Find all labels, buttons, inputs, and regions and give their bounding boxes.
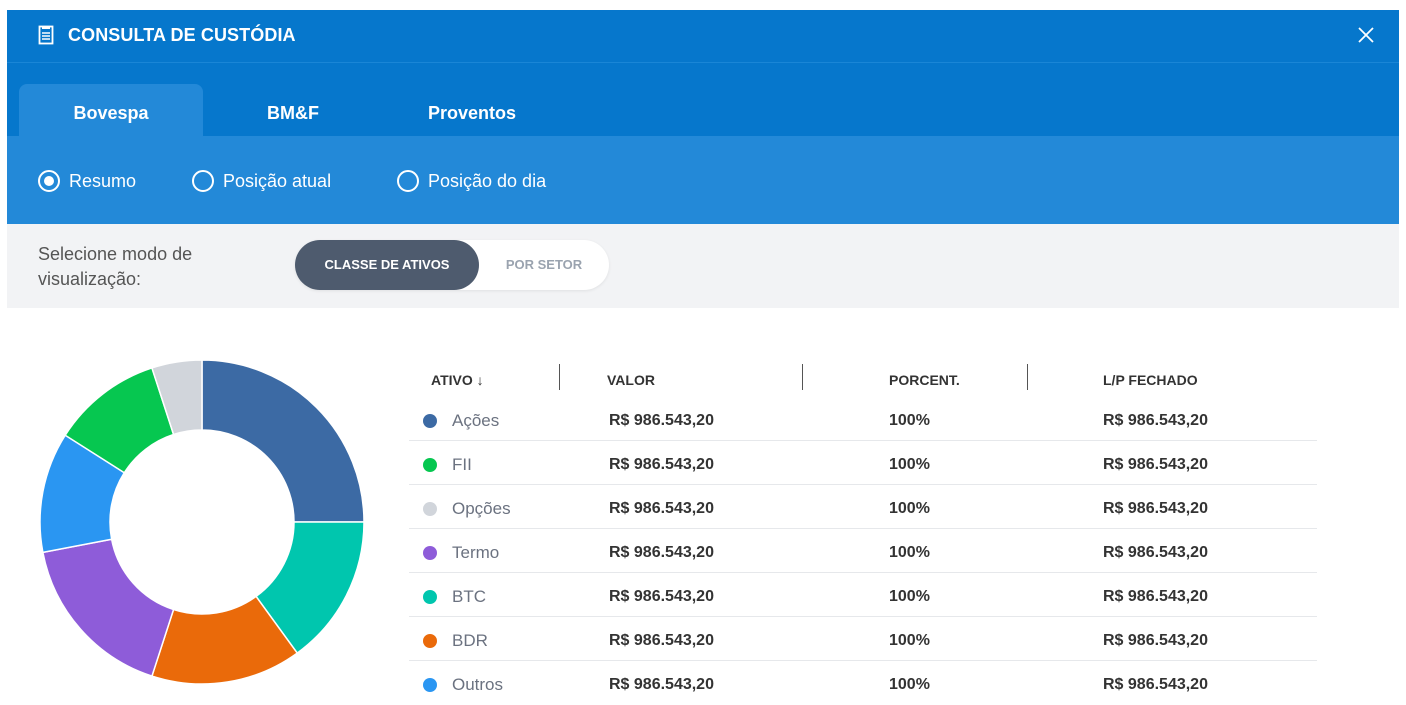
- legend-dot-icon: [423, 678, 437, 692]
- legend-dot-icon: [423, 634, 437, 648]
- window-title: CONSULTA DE CUSTÓDIA: [68, 25, 296, 45]
- col-header-valor: VALOR: [607, 372, 655, 388]
- cell-ativo: Termo: [452, 543, 500, 562]
- col-header-ativo[interactable]: ATIVO ↓: [431, 372, 484, 388]
- table-row[interactable]: Ações R$ 986.543,20 100% R$ 986.543,20: [409, 397, 1317, 441]
- toggle-classe-de-ativos[interactable]: CLASSE DE ATIVOS: [295, 240, 479, 290]
- cell-valor: R$ 986.543,20: [609, 500, 714, 517]
- view-mode-label-line1: Selecione modo de: [38, 244, 193, 264]
- donut-slice-acoes[interactable]: [201, 359, 365, 523]
- cell-lp-fechado: R$ 986.543,20: [1103, 632, 1208, 649]
- cell-lp-fechado: R$ 986.543,20: [1103, 500, 1208, 517]
- cell-valor: R$ 986.543,20: [609, 456, 714, 473]
- table-row[interactable]: BTC R$ 986.543,20 100% R$ 986.543,20: [409, 573, 1317, 617]
- title-bar: CONSULTA DE CUSTÓDIA: [7, 10, 1399, 63]
- tab-bar: Bovespa BM&F Proventos: [7, 63, 1399, 136]
- view-mode-label: Selecione modo de visualização:: [38, 242, 258, 292]
- cell-ativo: Ações: [452, 411, 500, 430]
- radio-unchecked-icon: [192, 170, 214, 192]
- col-header-lp-fechado: L/P FECHADO: [1103, 372, 1198, 388]
- radio-posicao-do-dia[interactable]: Posição do dia: [397, 169, 546, 193]
- cell-lp-fechado: R$ 986.543,20: [1103, 588, 1208, 605]
- radio-resumo[interactable]: Resumo: [38, 169, 136, 193]
- cell-porcent: 100%: [889, 588, 930, 605]
- radio-checked-icon: [38, 170, 60, 192]
- table-row[interactable]: Outros R$ 986.543,20 100% R$ 986.543,20: [409, 661, 1317, 705]
- radio-unchecked-icon: [397, 170, 419, 192]
- radio-label: Posição atual: [223, 170, 332, 191]
- cell-lp-fechado: R$ 986.543,20: [1103, 456, 1208, 473]
- tab-bmf[interactable]: BM&F: [203, 84, 383, 136]
- table-row[interactable]: Termo R$ 986.543,20 100% R$ 986.543,20: [409, 529, 1317, 573]
- radio-posicao-atual[interactable]: Posição atual: [192, 169, 331, 193]
- column-divider: [802, 364, 803, 390]
- document-icon: [38, 25, 54, 45]
- view-mode-bar: Selecione modo de visualização: CLASSE D…: [7, 224, 1399, 308]
- table-row[interactable]: BDR R$ 986.543,20 100% R$ 986.543,20: [409, 617, 1317, 661]
- legend-dot-icon: [423, 414, 437, 428]
- cell-ativo: FII: [452, 455, 472, 474]
- legend-dot-icon: [423, 502, 437, 516]
- cell-lp-fechado: R$ 986.543,20: [1103, 676, 1208, 693]
- cell-porcent: 100%: [889, 456, 930, 473]
- column-divider: [1027, 364, 1028, 390]
- close-icon[interactable]: [1355, 24, 1377, 46]
- legend-dot-icon: [423, 590, 437, 604]
- legend-dot-icon: [423, 546, 437, 560]
- cell-valor: R$ 986.543,20: [609, 676, 714, 693]
- cell-porcent: 100%: [889, 412, 930, 429]
- col-header-porcent: PORCENT.: [889, 372, 960, 388]
- view-mode-label-line2: visualização:: [38, 269, 142, 289]
- radio-label: Resumo: [69, 170, 137, 191]
- cell-ativo: Opções: [452, 499, 511, 518]
- cell-ativo: Outros: [452, 675, 504, 694]
- cell-ativo: BTC: [452, 587, 486, 606]
- cell-porcent: 100%: [889, 544, 930, 561]
- table-row[interactable]: FII R$ 986.543,20 100% R$ 986.543,20: [409, 441, 1317, 485]
- custody-panel: CONSULTA DE CUSTÓDIA Bovespa BM&F Proven…: [7, 10, 1399, 694]
- cell-porcent: 100%: [889, 676, 930, 693]
- cell-lp-fechado: R$ 986.543,20: [1103, 412, 1208, 429]
- tab-proventos[interactable]: Proventos: [383, 84, 561, 136]
- cell-valor: R$ 986.543,20: [609, 588, 714, 605]
- view-mode-toggle: CLASSE DE ATIVOS POR SETOR: [295, 240, 609, 290]
- radio-label: Posição do dia: [428, 170, 547, 191]
- table-row[interactable]: Opções R$ 986.543,20 100% R$ 986.543,20: [409, 485, 1317, 529]
- cell-lp-fechado: R$ 986.543,20: [1103, 544, 1208, 561]
- toggle-por-setor[interactable]: POR SETOR: [479, 240, 609, 290]
- view-radio-group: Resumo Posição atual Posição do dia: [7, 136, 1399, 224]
- allocation-donut-chart: [39, 359, 365, 685]
- cell-porcent: 100%: [889, 632, 930, 649]
- cell-ativo: BDR: [452, 631, 488, 650]
- cell-valor: R$ 986.543,20: [609, 412, 714, 429]
- cell-valor: R$ 986.543,20: [609, 544, 714, 561]
- column-divider: [559, 364, 560, 390]
- tab-bovespa[interactable]: Bovespa: [19, 84, 203, 136]
- cell-porcent: 100%: [889, 500, 930, 517]
- legend-dot-icon: [423, 458, 437, 472]
- donut-slice-termo[interactable]: [41, 538, 175, 678]
- cell-valor: R$ 986.543,20: [609, 632, 714, 649]
